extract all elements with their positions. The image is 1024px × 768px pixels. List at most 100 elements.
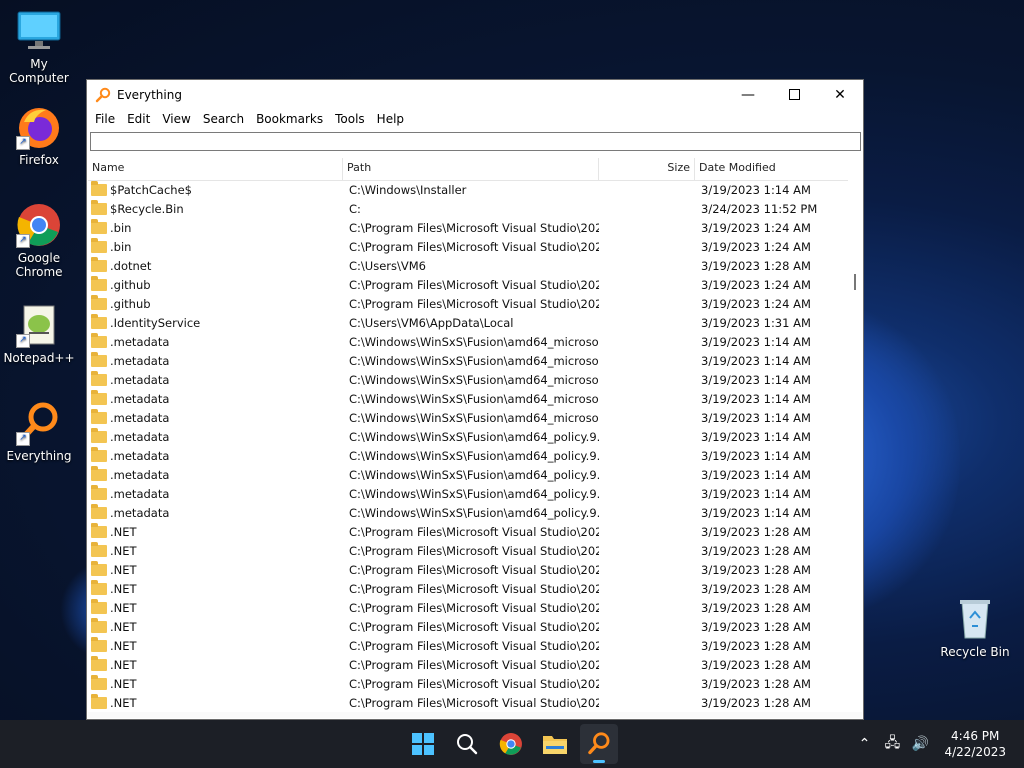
folder-icon (91, 541, 107, 557)
result-row[interactable]: .NET C:\Program Files\Microsoft Visual St… (88, 674, 848, 693)
result-row[interactable]: .metadata C:\Windows\WinSxS\Fusion\amd64_… (88, 389, 848, 408)
chrome-icon (499, 733, 522, 755)
column-path-header[interactable]: Path (343, 158, 599, 180)
result-row[interactable]: .NET C:\Program Files\Microsoft Visual St… (88, 693, 848, 712)
horizontal-scrollbar[interactable] (88, 712, 862, 718)
result-date: 3/24/2023 11:52 PM (701, 201, 818, 216)
menu-file[interactable]: File (89, 112, 121, 126)
result-row[interactable]: .metadata C:\Windows\WinSxS\Fusion\amd64_… (88, 370, 848, 389)
folder-icon (91, 655, 107, 671)
folder-icon (91, 636, 107, 652)
result-path: C:\Program Files\Microsoft Visual Studio… (349, 581, 599, 596)
result-name: .IdentityService (110, 315, 201, 330)
column-size-header[interactable]: Size (599, 158, 695, 180)
result-row[interactable]: .NET C:\Program Files\Microsoft Visual St… (88, 636, 848, 655)
taskbar-chrome-button[interactable] (492, 724, 530, 764)
result-row[interactable]: .bin C:\Program Files\Microsoft Visual St… (88, 218, 848, 237)
result-row[interactable]: .NET C:\Program Files\Microsoft Visual St… (88, 541, 848, 560)
result-path: C:\Program Files\Microsoft Visual Studio… (349, 638, 599, 653)
result-date: 3/19/2023 1:14 AM (701, 372, 811, 387)
desktop-icon-chrome[interactable]: ↗ Google Chrome (0, 202, 78, 279)
chevron-up-icon[interactable]: ⌃ (852, 736, 876, 752)
minimize-button[interactable]: — (725, 80, 771, 109)
result-row[interactable]: .NET C:\Program Files\Microsoft Visual St… (88, 579, 848, 598)
result-date: 3/19/2023 1:24 AM (701, 220, 811, 235)
menu-bookmarks[interactable]: Bookmarks (250, 112, 329, 126)
result-row[interactable]: .NET C:\Program Files\Microsoft Visual St… (88, 617, 848, 636)
folder-icon (91, 294, 107, 310)
result-name: .metadata (110, 353, 170, 368)
result-name-cell: .NET (88, 522, 343, 539)
result-row[interactable]: .NET C:\Program Files\Microsoft Visual St… (88, 655, 848, 674)
result-path: C:\Program Files\Microsoft Visual Studio… (349, 657, 599, 672)
start-button[interactable] (404, 724, 442, 764)
title-bar[interactable]: Everything — ✕ (87, 80, 863, 109)
result-row[interactable]: .github C:\Program Files\Microsoft Visual… (88, 294, 848, 313)
volume-icon[interactable]: 🔊 (908, 736, 932, 752)
result-row[interactable]: .NET C:\Program Files\Microsoft Visual St… (88, 560, 848, 579)
clock[interactable]: 4:46 PM 4/22/2023 (944, 728, 1006, 760)
everything-window[interactable]: Everything — ✕ File Edit View Search Boo… (86, 79, 864, 720)
desktop-icon-recycle-bin[interactable]: Recycle Bin (936, 596, 1014, 659)
network-icon[interactable]: 🖧 (880, 732, 904, 756)
result-date: 3/19/2023 1:28 AM (701, 657, 811, 672)
scrollbar-thumb[interactable] (854, 274, 856, 290)
firefox-icon: ↗ (16, 104, 62, 150)
folder-icon (91, 503, 107, 519)
desktop-icon-my-computer[interactable]: My Computer (0, 8, 78, 85)
result-row[interactable]: .metadata C:\Windows\WinSxS\Fusion\amd64_… (88, 351, 848, 370)
result-row[interactable]: .metadata C:\Windows\WinSxS\Fusion\amd64_… (88, 427, 848, 446)
menu-search[interactable]: Search (197, 112, 250, 126)
column-date-header[interactable]: Date Modified (695, 158, 848, 180)
everything-icon: ↗ (16, 400, 62, 446)
menu-help[interactable]: Help (371, 112, 410, 126)
window-title: Everything (117, 87, 182, 102)
vertical-scrollbar[interactable] (849, 180, 861, 700)
result-row[interactable]: .bin C:\Program Files\Microsoft Visual St… (88, 237, 848, 256)
desktop-icon-everything[interactable]: ↗ Everything (0, 400, 78, 463)
result-row[interactable]: .metadata C:\Windows\WinSxS\Fusion\amd64_… (88, 465, 848, 484)
result-path: C:\Windows\WinSxS\Fusion\amd64_microso..… (349, 353, 599, 368)
result-row[interactable]: .NET C:\Program Files\Microsoft Visual St… (88, 522, 848, 541)
result-row[interactable]: .dotnet C:\Users\VM6 3/19/2023 1:28 AM (88, 256, 848, 275)
result-path: C:\Windows\WinSxS\Fusion\amd64_policy.9.… (349, 486, 599, 501)
result-row[interactable]: .NET C:\Program Files\Microsoft Visual St… (88, 598, 848, 617)
result-row[interactable]: .metadata C:\Windows\WinSxS\Fusion\amd64_… (88, 446, 848, 465)
folder-icon (91, 674, 107, 690)
desktop-icon-notepadpp[interactable]: ↗ Notepad++ (0, 302, 78, 365)
close-button[interactable]: ✕ (817, 80, 863, 109)
result-row[interactable]: .metadata C:\Windows\WinSxS\Fusion\amd64_… (88, 484, 848, 503)
maximize-button[interactable] (771, 80, 817, 109)
result-date: 3/19/2023 1:14 AM (701, 182, 811, 197)
result-path: C:\Windows\WinSxS\Fusion\amd64_microso..… (349, 334, 599, 349)
menu-view[interactable]: View (156, 112, 196, 126)
results-list[interactable]: $PatchCache$ C:\Windows\Installer 3/19/202… (88, 180, 848, 713)
result-row[interactable]: $Recycle.Bin C: 3/24/2023 11:52 PM (88, 199, 848, 218)
taskbar-search-button[interactable] (448, 724, 486, 764)
column-name-header[interactable]: Name (88, 158, 343, 180)
result-path: C:\Program Files\Microsoft Visual Studio… (349, 296, 599, 311)
search-input[interactable] (90, 132, 861, 151)
result-name: .NET (110, 543, 137, 558)
result-row[interactable]: .metadata C:\Windows\WinSxS\Fusion\amd64_… (88, 408, 848, 427)
result-name: .metadata (110, 505, 170, 520)
taskbar-file-explorer-button[interactable] (536, 724, 574, 764)
menu-edit[interactable]: Edit (121, 112, 156, 126)
shortcut-arrow-icon: ↗ (16, 136, 30, 150)
menu-tools[interactable]: Tools (329, 112, 371, 126)
result-name: .metadata (110, 391, 170, 406)
result-row[interactable]: .IdentityService C:\Users\VM6\AppData\Loc… (88, 313, 848, 332)
result-date: 3/19/2023 1:28 AM (701, 581, 811, 596)
taskbar-everything-button[interactable] (580, 724, 618, 764)
result-row[interactable]: .metadata C:\Windows\WinSxS\Fusion\amd64_… (88, 503, 848, 522)
result-row[interactable]: .metadata C:\Windows\WinSxS\Fusion\amd64_… (88, 332, 848, 351)
folder-icon (91, 560, 107, 576)
result-row[interactable]: $PatchCache$ C:\Windows\Installer 3/19/202… (88, 180, 848, 199)
result-path: C:\Program Files\Microsoft Visual Studio… (349, 676, 599, 691)
result-path: C:\Windows\WinSxS\Fusion\amd64_policy.9.… (349, 429, 599, 444)
desktop-icon-firefox[interactable]: ↗ Firefox (0, 104, 78, 167)
result-name-cell: .metadata (88, 370, 343, 387)
notepadpp-icon: ↗ (16, 302, 62, 348)
result-name: .NET (110, 600, 137, 615)
result-row[interactable]: .github C:\Program Files\Microsoft Visual… (88, 275, 848, 294)
